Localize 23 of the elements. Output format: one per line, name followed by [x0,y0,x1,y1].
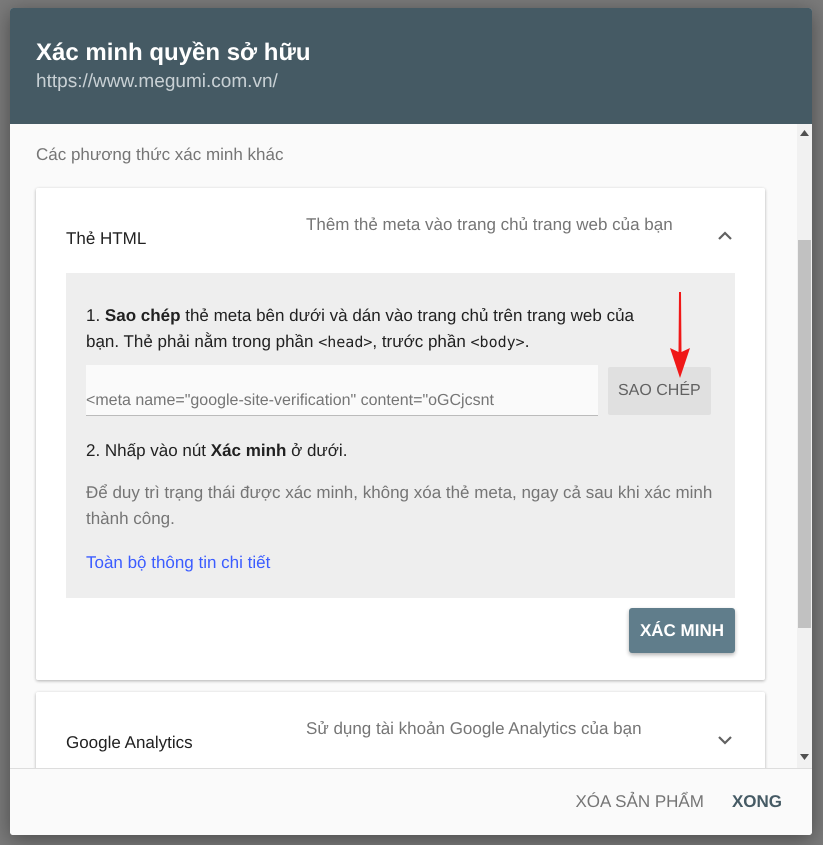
method-header[interactable]: Thẻ HTML Thêm thẻ meta vào trang chủ trang web của bạn [36,188,765,273]
method-description: Thêm thẻ meta vào trang chủ trang web của bạn [306,214,674,236]
scroll-down-icon[interactable] [800,754,809,760]
dialog-title: Xác minh quyền sở hữu [36,38,312,68]
method-description: Sử dụng tài khoản Google Analytics của bạn [306,718,643,740]
done-button[interactable]: XONG [724,781,790,823]
method-name: Google Analytics [66,732,194,754]
remove-property-button[interactable]: XÓA SẢN PHẨM [567,781,712,823]
method-name: Thẻ HTML [66,228,148,250]
scrollbar[interactable] [797,124,812,768]
method-header[interactable]: Google Analytics Sử dụng tài khoản Google Analytics của bạn [36,692,765,768]
step-text: 2. Nhấp vào nút Xác minh ở dưới. [86,440,348,462]
details-link[interactable]: Toàn bộ thông tin chi tiết [86,553,270,572]
site-url: https://www.megumi.com.vn/ [36,70,279,94]
arrow-annotation-icon [668,292,692,378]
meta-tag-field[interactable]: <meta name="google-site-verification" content="oGCjcsnt [86,365,598,416]
scroll-up-icon[interactable] [800,130,809,136]
copy-button[interactable]: SAO CHÉP [608,366,711,414]
scrollbar-thumb[interactable] [798,240,811,628]
verify-button[interactable]: XÁC MINH [628,608,735,653]
note-text: Để duy trì trạng thái được xác minh, không xóa thẻ meta, ngay cả sau khi xác minh thành công. [86,482,714,530]
section-heading: Các phương thức xác minh khác [36,144,284,166]
step-text: 1. Sao chép thẻ meta bên dưới và dán vào trang chủ trên trang web của bạn. Thẻ phải nằm trong phần <head>, trước phần <body>. [86,305,635,353]
